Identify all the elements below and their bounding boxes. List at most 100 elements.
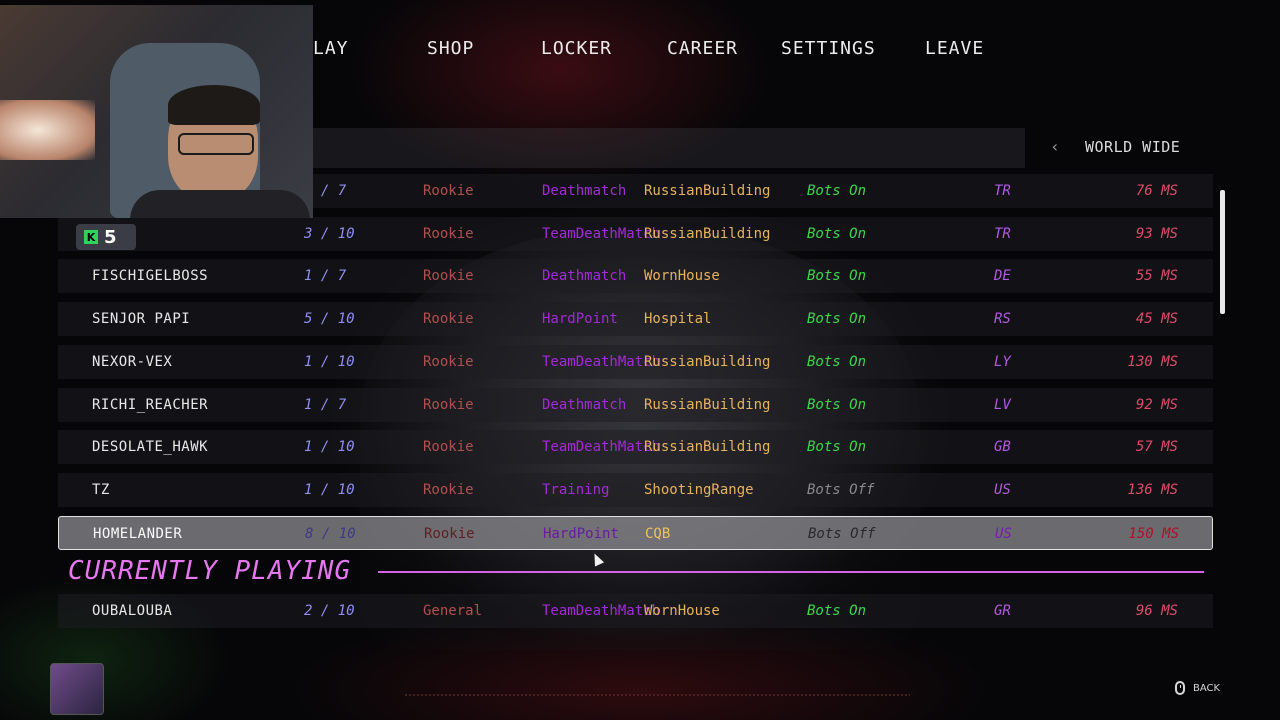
server-mode: TeamDeathMatch (542, 226, 661, 242)
chevron-left-icon[interactable]: ‹ (1046, 136, 1064, 158)
server-players: 2 / 10 (304, 603, 355, 619)
server-map: ShootingRange (644, 482, 754, 498)
server-mode: Training (542, 482, 610, 498)
server-name: DESOLATE_HAWK (92, 439, 209, 455)
region-bar (300, 128, 1025, 168)
server-name: RICHI_REACHER (92, 397, 209, 413)
server-players: 1 / 10 (304, 439, 355, 455)
server-bots: Bots On (807, 397, 867, 413)
avatar[interactable] (50, 663, 104, 715)
nav-settings[interactable]: SETTINGS (781, 38, 876, 59)
server-ping: 57 MS (1135, 439, 1178, 455)
nav-play[interactable]: LAY (313, 38, 349, 59)
server-name: OUBALOUBA (92, 603, 173, 619)
server-map: RussianBuilding (644, 226, 771, 242)
server-map: RussianBuilding (644, 183, 771, 199)
server-rank: Rookie (423, 183, 474, 199)
currently-playing-title: CURRENTLY PLAYING (68, 556, 352, 586)
server-row[interactable]: DESOLATE_HAWK 1 / 10 Rookie TeamDeathMatch R… (58, 430, 1213, 464)
server-country: GB (994, 439, 1011, 455)
webcam-body (130, 190, 310, 218)
server-mode: TeamDeathMatch (542, 603, 661, 619)
server-bots: Bots Off (808, 526, 876, 542)
server-row[interactable]: VIAN3 / 10RookieTeamDeathMatchRussianBui… (58, 217, 1213, 251)
server-country: TR (994, 183, 1011, 199)
server-ping: 55 MS (1135, 268, 1178, 284)
webcam-glasses (178, 133, 254, 155)
server-rank: Rookie (423, 482, 474, 498)
server-country: LV (994, 397, 1011, 413)
server-mode: TeamDeathMatch (542, 354, 661, 370)
server-rank: Rookie (423, 397, 474, 413)
server-bots: Bots On (807, 268, 867, 284)
server-mode: TeamDeathMatch (542, 439, 661, 455)
server-mode: HardPoint (542, 311, 618, 327)
server-map: WornHouse (644, 603, 720, 619)
server-map: Hospital (644, 311, 712, 327)
back-label: BACK (1193, 682, 1221, 694)
server-ping: 93 MS (1135, 226, 1178, 242)
server-row[interactable]: OUBALOUBA 2 / 10 General TeamDeathMatch Worn… (58, 594, 1213, 628)
server-players: 1 / 10 (304, 482, 355, 498)
server-bots: Bots On (807, 183, 867, 199)
nav-career[interactable]: CAREER (667, 38, 738, 59)
server-row[interactable]: NEXOR-VEX 1 / 10 Rookie TeamDeathMatch Russi… (58, 345, 1213, 379)
webcam-lamp (0, 100, 95, 160)
server-map: RussianBuilding (644, 397, 771, 413)
server-players: 3 / 10 (304, 226, 355, 242)
nav-leave[interactable]: LEAVE (925, 38, 984, 59)
server-country: TR (994, 226, 1011, 242)
region-label[interactable]: WORLD WIDE (1085, 138, 1180, 156)
server-mode: Deathmatch (542, 268, 627, 284)
server-country: US (995, 526, 1012, 542)
server-mode: HardPoint (543, 526, 619, 542)
server-mode: Deathmatch (542, 183, 627, 199)
server-players: 1 / 7 (304, 397, 347, 413)
scrollbar[interactable] (1220, 190, 1225, 314)
server-row[interactable]: FISCHIGELBOSS 1 / 7 Rookie Deathmatch WornHo… (58, 259, 1213, 293)
server-rank: Rookie (423, 311, 474, 327)
server-ping: 92 MS (1135, 397, 1178, 413)
divider (378, 571, 1204, 573)
server-players: 8 / 10 (305, 526, 356, 542)
server-map: RussianBuilding (644, 439, 771, 455)
kick-icon: K (84, 230, 98, 244)
audio-visualizer (405, 694, 910, 696)
server-name: SENJOR PAPI (92, 311, 191, 327)
server-ping: 76 MS (1135, 183, 1178, 199)
mouse-icon (1175, 681, 1185, 695)
back-button[interactable]: BACK (1175, 679, 1220, 697)
server-row[interactable]: SENJOR PAPI 5 / 10 Rookie HardPoint Hospital… (58, 302, 1213, 336)
server-country: DE (994, 268, 1011, 284)
server-row[interactable]: RICHI_REACHER 1 / 7 Rookie Deathmatch Russia… (58, 388, 1213, 422)
server-bots: Bots On (807, 226, 867, 242)
server-bots: Bots On (807, 603, 867, 619)
kick-badge: K 5 (76, 224, 136, 250)
server-bots: Bots Off (807, 482, 875, 498)
webcam-hair (168, 85, 260, 125)
server-rank: Rookie (423, 439, 474, 455)
nav-shop[interactable]: SHOP (427, 38, 474, 59)
server-country: RS (994, 311, 1011, 327)
server-rank: Rookie (423, 354, 474, 370)
server-rank: General (423, 603, 483, 619)
server-map: CQB (645, 526, 671, 542)
nav-locker[interactable]: LOCKER (541, 38, 612, 59)
server-ping: 130 MS (1127, 354, 1178, 370)
server-row-selected[interactable]: HOMELANDER 8 / 10 Rookie HardPoint CQB Bots O… (58, 516, 1213, 550)
server-rank: Rookie (423, 226, 474, 242)
server-row[interactable]: TZ 1 / 10 Rookie Training ShootingRange Bots … (58, 473, 1213, 507)
server-ping: 136 MS (1127, 482, 1178, 498)
server-rank: Rookie (423, 268, 474, 284)
badge-count: 5 (104, 226, 117, 248)
server-name: HOMELANDER (93, 526, 183, 542)
server-map: WornHouse (644, 268, 720, 284)
server-ping: 150 MS (1128, 526, 1179, 542)
server-country: US (994, 482, 1011, 498)
server-ping: 45 MS (1135, 311, 1178, 327)
server-name: FISCHIGELBOSS (92, 268, 209, 284)
server-bots: Bots On (807, 311, 867, 327)
server-country: GR (994, 603, 1011, 619)
server-country: LY (994, 354, 1011, 370)
server-rank: Rookie (424, 526, 475, 542)
